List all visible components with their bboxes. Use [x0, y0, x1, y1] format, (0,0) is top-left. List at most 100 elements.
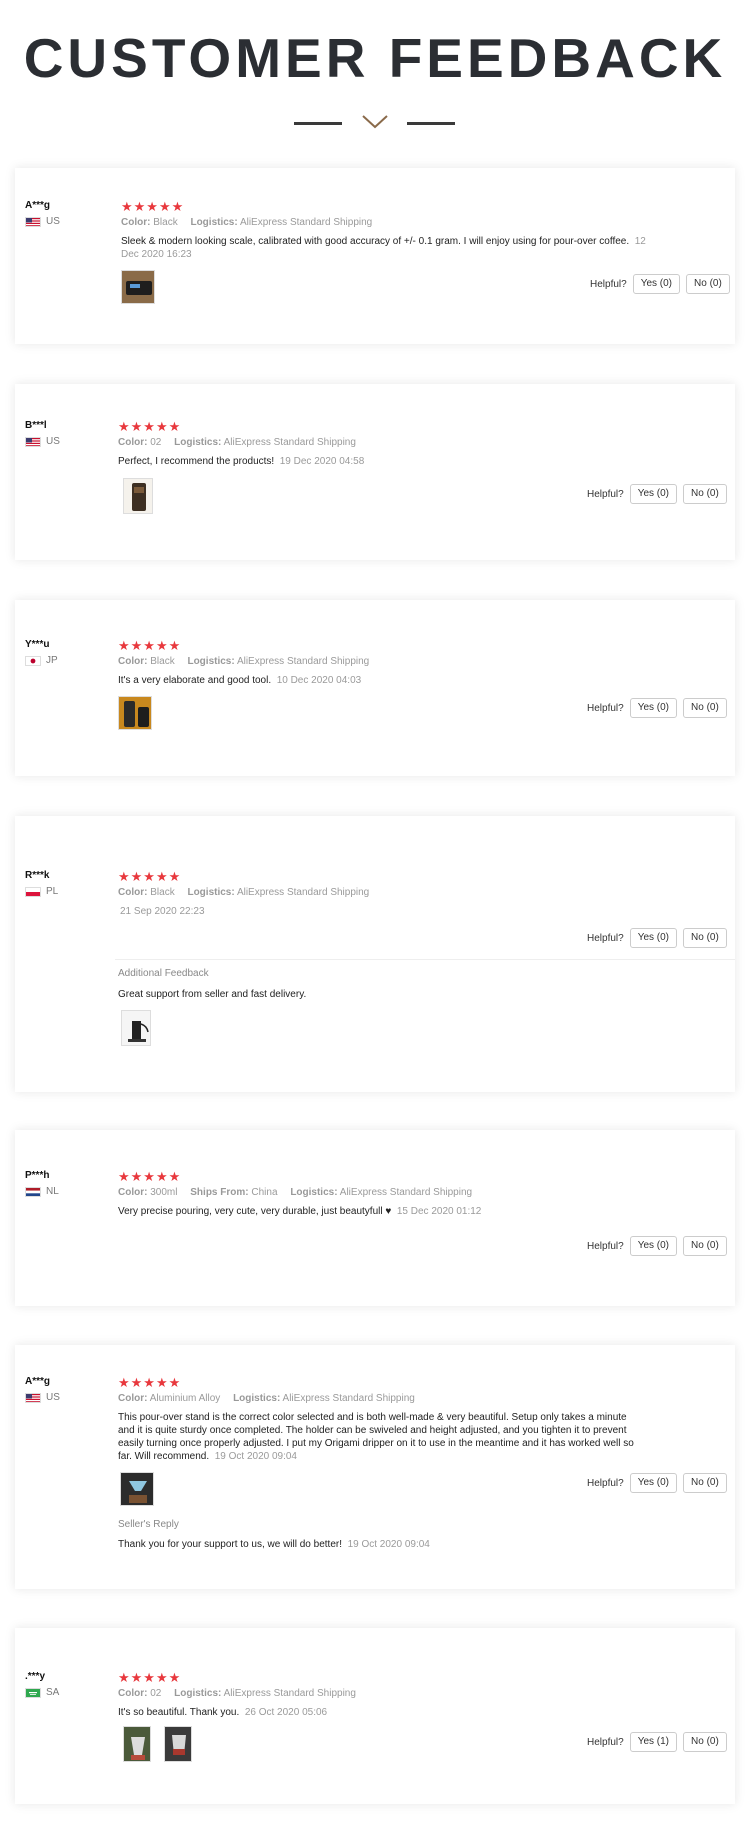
logistics-value: AliExpress Standard Shipping: [282, 1393, 415, 1404]
ships-from-value: China: [251, 1187, 278, 1198]
title-divider-right: [407, 122, 455, 125]
review-photo[interactable]: [164, 1726, 192, 1762]
no-button[interactable]: No (0): [683, 698, 727, 718]
review-meta: Color: 02 Logistics: AliExpress Standard…: [118, 437, 356, 448]
review-photo[interactable]: [118, 696, 152, 730]
review-text: Sleek & modern looking scale, calibrated…: [121, 236, 646, 260]
helpful-label: Helpful?: [587, 932, 624, 944]
page-header: CUSTOMER FEEDBACK: [0, 0, 750, 150]
rating-stars: ★★★★★: [118, 1169, 182, 1184]
helpful-controls: Helpful? Yes (1) No (0): [587, 1732, 727, 1752]
review-date: 26 Oct 2020 05:06: [244, 1707, 328, 1718]
review-meta: Color: Black Logistics: AliExpress Stand…: [121, 217, 373, 228]
page-title: CUSTOMER FEEDBACK: [23, 27, 727, 89]
review-text: It's so beautiful. Thank you. 26 Oct 202…: [118, 1707, 328, 1718]
helpful-controls: Helpful? Yes (0) No (0): [587, 928, 727, 948]
reviewer-country: US: [25, 216, 60, 227]
reviewer-name: .***y: [25, 1671, 46, 1682]
review-date: 21 Sep 2020 22:23: [120, 906, 205, 917]
no-button[interactable]: No (0): [686, 274, 730, 294]
review-text: 21 Sep 2020 22:23: [120, 905, 205, 918]
review-card: B***l US ★★★★★ Color: 02 Logistics: AliE…: [15, 384, 735, 560]
review-card: R***k PL ★★★★★ Color: Black Logistics: A…: [15, 816, 735, 1092]
review-card: A***g US ★★★★★ Color: Aluminium Alloy Lo…: [15, 1345, 735, 1589]
color-value: Black: [150, 656, 175, 667]
helpful-label: Helpful?: [587, 1477, 624, 1489]
logistics-value: AliExpress Standard Shipping: [223, 1688, 356, 1699]
pl-flag-icon: [25, 886, 41, 897]
review-card: Y***u JP ★★★★★ Color: Black Logistics: A…: [15, 600, 735, 776]
no-button[interactable]: No (0): [683, 1236, 727, 1256]
no-button[interactable]: No (0): [683, 1732, 727, 1752]
color-value: 02: [150, 437, 162, 448]
review-text: Very precise pouring, very cute, very du…: [118, 1206, 482, 1217]
yes-button[interactable]: Yes (0): [629, 698, 678, 718]
country-code: JP: [46, 655, 58, 666]
sa-flag-icon: [25, 1687, 41, 1698]
additional-feedback-title: Additional Feedback: [118, 968, 209, 979]
yes-button[interactable]: Yes (0): [629, 484, 678, 504]
helpful-controls: Helpful? Yes (0) No (0): [587, 698, 727, 718]
review-photo[interactable]: [120, 1472, 154, 1506]
helpful-label: Helpful?: [587, 1736, 624, 1748]
reviewer-name: A***g: [25, 1376, 51, 1387]
reviewer-country: PL: [25, 886, 58, 897]
rating-stars: ★★★★★: [118, 1375, 182, 1390]
review-meta: Color: Black Logistics: AliExpress Stand…: [118, 887, 370, 898]
review-meta: Color: Black Logistics: AliExpress Stand…: [118, 656, 370, 667]
review-meta: Color: 300ml Ships From: China Logistics…: [118, 1187, 473, 1198]
helpful-controls: Helpful? Yes (0) No (0): [590, 274, 730, 294]
yes-button[interactable]: Yes (0): [629, 1473, 678, 1493]
additional-feedback-text: Great support from seller and fast deliv…: [118, 989, 307, 1000]
rating-stars: ★★★★★: [118, 638, 182, 653]
reviewer-name: B***l: [25, 420, 47, 431]
no-button[interactable]: No (0): [683, 1473, 727, 1493]
us-flag-icon: [25, 216, 41, 227]
country-code: US: [46, 216, 60, 227]
reviewer-name: P***h: [25, 1170, 50, 1181]
nl-flag-icon: [25, 1186, 41, 1197]
helpful-label: Helpful?: [590, 278, 627, 290]
rating-stars: ★★★★★: [118, 869, 182, 884]
logistics-value: AliExpress Standard Shipping: [236, 887, 370, 898]
yes-button[interactable]: Yes (0): [629, 928, 678, 948]
helpful-controls: Helpful? Yes (0) No (0): [587, 1473, 727, 1493]
country-code: US: [46, 1392, 60, 1403]
review-meta: Color: 02 Logistics: AliExpress Standard…: [118, 1688, 356, 1699]
review-photo[interactable]: [123, 1726, 151, 1762]
reviewer-country: US: [25, 1392, 60, 1403]
country-code: SA: [46, 1687, 60, 1698]
reviewer-country: SA: [25, 1687, 59, 1698]
country-code: NL: [46, 1186, 59, 1197]
no-button[interactable]: No (0): [683, 928, 727, 948]
seller-reply-title: Seller's Reply: [118, 1519, 179, 1530]
yes-button[interactable]: Yes (0): [632, 274, 681, 294]
helpful-label: Helpful?: [587, 1240, 624, 1252]
review-date: 10 Dec 2020 04:03: [276, 675, 362, 686]
helpful-controls: Helpful? Yes (0) No (0): [587, 484, 727, 504]
us-flag-icon: [25, 436, 41, 447]
review-date: 19 Oct 2020 09:04: [214, 1451, 297, 1462]
yes-button[interactable]: Yes (1): [629, 1732, 678, 1752]
us-flag-icon: [25, 1392, 41, 1403]
reviewer-country: JP: [25, 655, 58, 666]
reviewer-name: R***k: [25, 870, 50, 881]
logistics-value: AliExpress Standard Shipping: [239, 217, 373, 228]
reviewer-name: Y***u: [25, 639, 50, 650]
review-photo[interactable]: [123, 478, 153, 514]
review-photo[interactable]: [121, 1010, 151, 1046]
no-button[interactable]: No (0): [683, 484, 727, 504]
review-text: This pour-over stand is the correct colo…: [118, 1412, 634, 1462]
reviewer-country: US: [25, 436, 60, 447]
helpful-controls: Helpful? Yes (0) No (0): [587, 1236, 727, 1256]
yes-button[interactable]: Yes (0): [629, 1236, 678, 1256]
seller-reply-text: Thank you for your support to us, we wil…: [118, 1539, 430, 1550]
jp-flag-icon: [25, 655, 41, 666]
review-date: 19 Dec 2020 04:58: [279, 456, 365, 467]
rating-stars: ★★★★★: [118, 419, 182, 434]
country-code: PL: [46, 886, 59, 897]
review-meta: Color: Aluminium Alloy Logistics: AliExp…: [118, 1393, 415, 1404]
review-text: Perfect, I recommend the products! 19 De…: [118, 456, 365, 467]
color-value: 02: [150, 1688, 162, 1699]
review-photo[interactable]: [121, 270, 155, 304]
